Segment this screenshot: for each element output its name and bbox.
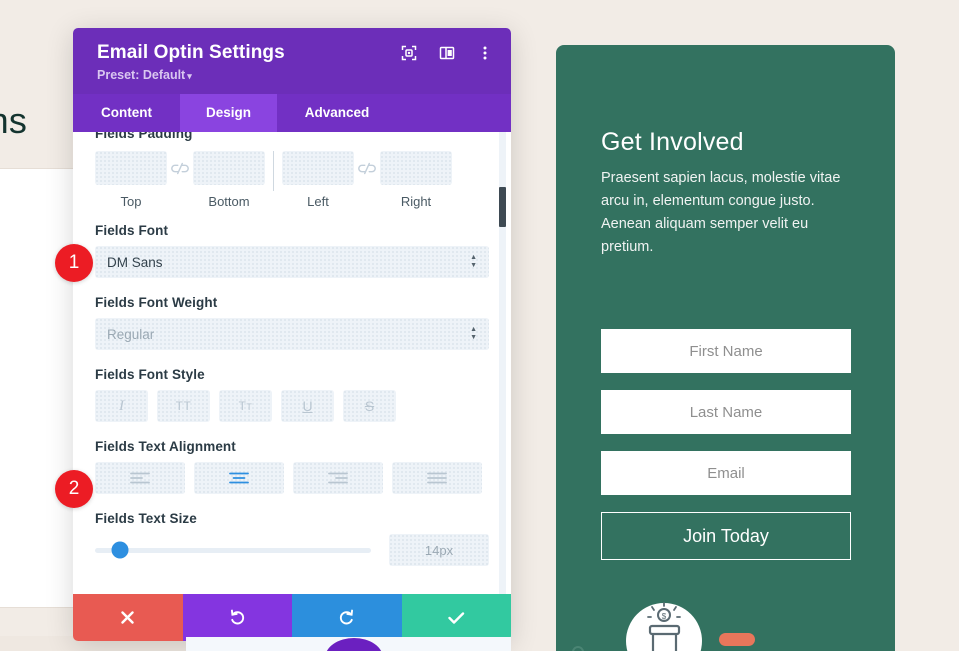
padding-top-cell: Top: [95, 151, 167, 209]
modal-action-bar: [73, 594, 511, 641]
redo-icon: [338, 609, 355, 626]
fields-padding-group: Fields Padding Top Bottom: [95, 132, 489, 209]
fields-font-weight-value: Regular: [107, 327, 154, 342]
undo-icon: [229, 609, 246, 626]
modal-header: Email Optin Settings Preset: Default▾: [73, 28, 511, 94]
fields-text-size-group: Fields Text Size 14px: [95, 511, 489, 566]
tab-design[interactable]: Design: [180, 94, 277, 132]
padding-top-input[interactable]: [95, 151, 167, 185]
uppercase-button[interactable]: TT: [157, 390, 210, 422]
padding-divider: [273, 151, 274, 191]
align-center-button[interactable]: [194, 462, 284, 494]
donation-jar-people-illustration: $: [556, 585, 895, 651]
scrollbar-thumb[interactable]: [499, 187, 506, 227]
save-button[interactable]: [402, 594, 512, 641]
join-today-button[interactable]: Join Today: [601, 512, 851, 560]
padding-right-cell: Right: [380, 151, 452, 209]
padding-bottom-label: Bottom: [193, 194, 265, 209]
email-optin-settings-modal: Email Optin Settings Preset: Default▾ Co…: [73, 28, 511, 641]
last-name-input[interactable]: Last Name: [601, 390, 851, 434]
settings-scroll-body: Fields Padding Top Bottom: [73, 132, 511, 594]
check-icon: [448, 611, 465, 625]
split-layout-icon[interactable]: [439, 45, 455, 61]
step-badge-1: 1: [55, 244, 93, 282]
align-justify-button[interactable]: [392, 462, 482, 494]
padding-right-label: Right: [380, 194, 452, 209]
email-input[interactable]: Email: [601, 451, 851, 495]
fields-text-alignment-label: Fields Text Alignment: [95, 439, 489, 454]
broken-link-icon[interactable]: [167, 151, 193, 185]
fields-font-value: DM Sans: [107, 255, 163, 270]
tab-content[interactable]: Content: [73, 94, 180, 132]
padding-left-input[interactable]: [282, 151, 354, 185]
fields-font-group: Fields Font DM Sans ▲▼: [95, 223, 489, 278]
select-arrows-icon-2: ▲▼: [470, 327, 477, 341]
align-left-button[interactable]: [95, 462, 185, 494]
fields-font-weight-select[interactable]: Regular ▲▼: [95, 318, 489, 350]
step-badge-2: 2: [55, 470, 93, 508]
preset-selector[interactable]: Preset: Default▾: [97, 68, 192, 82]
tab-advanced[interactable]: Advanced: [277, 94, 397, 132]
fields-font-label: Fields Font: [95, 223, 489, 238]
svg-text:$: $: [662, 612, 667, 621]
broken-link-icon-2[interactable]: [354, 151, 380, 185]
preset-label: Preset: Default: [97, 68, 185, 82]
italic-button[interactable]: I: [95, 390, 148, 422]
padding-bottom-input[interactable]: [193, 151, 265, 185]
undo-button[interactable]: [183, 594, 293, 641]
fields-text-size-label: Fields Text Size: [95, 511, 489, 526]
fields-padding-label: Fields Padding: [95, 132, 192, 141]
fields-font-style-label: Fields Font Style: [95, 367, 489, 382]
slider-track: [95, 548, 371, 553]
strikethrough-button[interactable]: S: [343, 390, 396, 422]
optin-title: Get Involved: [601, 128, 744, 157]
padding-left-label: Left: [282, 194, 354, 209]
close-icon: [120, 610, 135, 625]
fields-text-size-slider[interactable]: [95, 540, 371, 560]
slider-thumb[interactable]: [111, 542, 128, 559]
fields-font-weight-label: Fields Font Weight: [95, 295, 489, 310]
optin-preview-card: Get Involved Praesent sapien lacus, mole…: [556, 45, 895, 651]
tab-bar: Content Design Advanced: [73, 94, 511, 132]
padding-bottom-cell: Bottom: [193, 151, 265, 209]
header-icon-group: [401, 45, 493, 61]
first-name-input[interactable]: First Name: [601, 329, 851, 373]
fields-font-style-group: Fields Font Style I TT TT U S: [95, 367, 489, 422]
fields-font-weight-group: Fields Font Weight Regular ▲▼: [95, 295, 489, 350]
padding-left-cell: Left: [282, 151, 354, 209]
redo-button[interactable]: [292, 594, 402, 641]
select-arrows-icon: ▲▼: [470, 255, 477, 269]
padding-top-label: Top: [95, 194, 167, 209]
fields-font-select[interactable]: DM Sans ▲▼: [95, 246, 489, 278]
cancel-button[interactable]: [73, 594, 183, 641]
background-heading: aigns: [0, 100, 27, 142]
fields-text-alignment-group: Fields Text Alignment: [95, 439, 489, 494]
fields-text-size-value[interactable]: 14px: [389, 534, 489, 566]
underline-button[interactable]: U: [281, 390, 334, 422]
optin-description: Praesent sapien lacus, molestie vitae ar…: [601, 167, 854, 259]
chevron-down-icon: ▾: [187, 71, 192, 81]
focus-target-icon[interactable]: [401, 45, 417, 61]
more-vertical-icon[interactable]: [477, 45, 493, 61]
smallcaps-button[interactable]: TT: [219, 390, 272, 422]
align-right-button[interactable]: [293, 462, 383, 494]
padding-right-input[interactable]: [380, 151, 452, 185]
